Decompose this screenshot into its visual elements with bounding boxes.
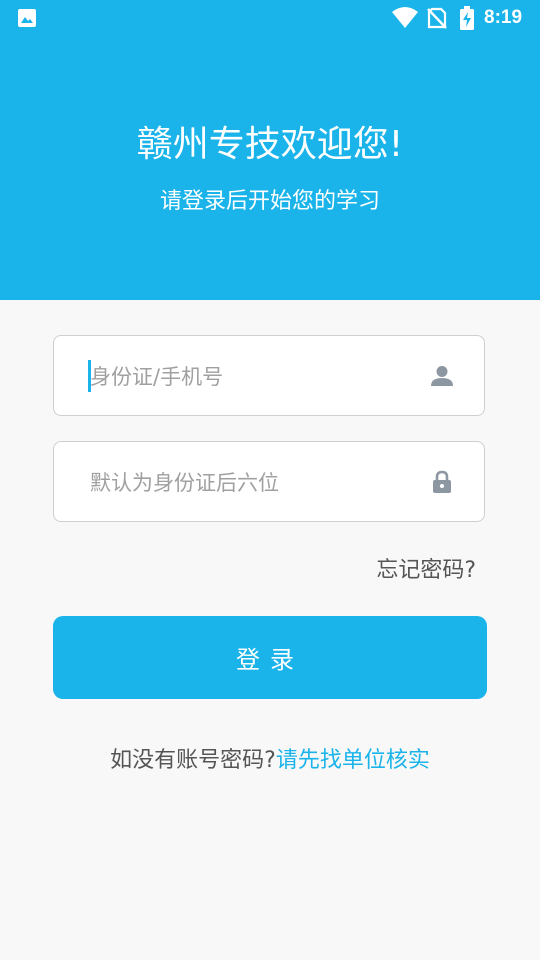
forgot-password-link[interactable]: 忘记密码?: [376, 554, 476, 588]
status-bar: 8:19: [0, 0, 540, 36]
footer-note: 如没有账号密码?请先找单位核实: [0, 744, 540, 778]
contact-unit-link[interactable]: 请先找单位核实: [276, 748, 430, 773]
password-input[interactable]: [88, 462, 412, 504]
lock-icon: [433, 470, 451, 493]
photo-icon: [18, 9, 36, 27]
user-icon: [431, 366, 453, 386]
header-banner: 8:19 赣州专技欢迎您! 请登录后开始您的学习: [0, 0, 540, 300]
username-input[interactable]: [88, 356, 412, 398]
username-field[interactable]: [53, 335, 485, 416]
welcome-title: 赣州专技欢迎您!: [136, 124, 404, 165]
no-sim-icon: [427, 7, 447, 29]
battery-charging-icon: [460, 6, 474, 30]
wifi-icon: [392, 7, 418, 28]
login-button[interactable]: 登录: [53, 616, 487, 699]
footer-question: 如没有账号密码?: [110, 748, 276, 773]
status-time: 8:19: [484, 7, 523, 28]
password-field[interactable]: [53, 441, 485, 522]
welcome-subtitle: 请登录后开始您的学习: [159, 189, 380, 214]
